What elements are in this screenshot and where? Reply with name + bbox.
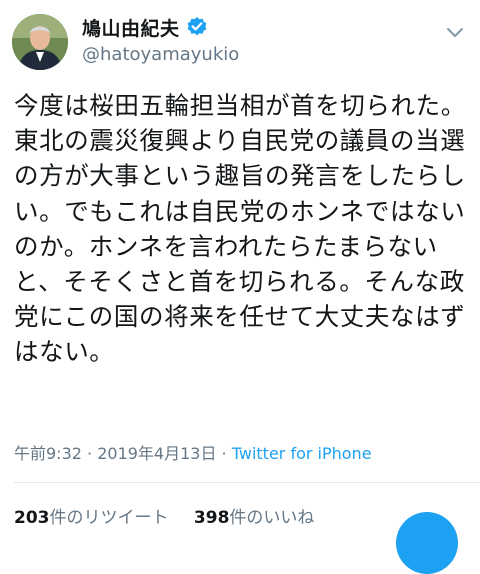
tweet-text: 今度は桜田五輪担当相が首を切られた。東北の震災復興より自民党の議員の当選の方が大… bbox=[14, 91, 466, 367]
likes-stat[interactable]: 398件のいいね bbox=[194, 503, 315, 528]
display-name[interactable]: 鳩山由紀夫 bbox=[82, 14, 180, 41]
tweet-header: 鳩山由紀夫 @hatoyamayukio bbox=[0, 0, 480, 80]
meta-separator: · bbox=[216, 444, 232, 463]
meta-separator: · bbox=[81, 444, 98, 463]
likes-count: 398 bbox=[193, 508, 230, 528]
chevron-down-icon[interactable] bbox=[442, 20, 468, 46]
tweet-time[interactable]: 午前9:32 bbox=[14, 444, 82, 463]
name-row: 鳩山由紀夫 bbox=[82, 14, 208, 40]
retweets-stat[interactable]: 203件のリツイート bbox=[14, 503, 169, 528]
retweets-count: 203 bbox=[14, 508, 50, 528]
tweet-date[interactable]: 2019年4月13日 bbox=[97, 444, 216, 463]
retweets-label: 件のリツイート bbox=[49, 508, 169, 528]
tweet-meta: 午前9:32 · 2019年4月13日 · Twitter for iPhone bbox=[14, 440, 372, 464]
compose-fab[interactable] bbox=[396, 512, 458, 574]
tweet-source-link[interactable]: Twitter for iPhone bbox=[232, 444, 372, 463]
likes-label: 件のいいね bbox=[229, 508, 315, 528]
tweet-stats: 203件のリツイート 398件のいいね bbox=[14, 503, 334, 528]
verified-badge-icon bbox=[186, 16, 208, 38]
avatar[interactable] bbox=[12, 14, 68, 70]
user-handle[interactable]: @hatoyamayukio bbox=[82, 44, 239, 65]
divider bbox=[14, 482, 480, 483]
